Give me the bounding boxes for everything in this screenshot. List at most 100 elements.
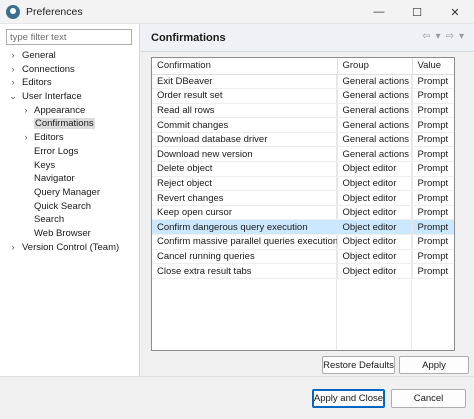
window-title: Preferences — [26, 5, 83, 18]
tree-item-label: Error Logs — [34, 145, 79, 157]
tree-item-label: Web Browser — [34, 227, 91, 239]
chevron-right-icon[interactable]: › — [8, 63, 18, 77]
cell-value[interactable]: Prompt — [412, 117, 454, 133]
cell-confirmation: Revert changes — [152, 190, 338, 206]
chevron-down-icon[interactable]: ⌄ — [8, 90, 18, 104]
cell-confirmation: Exit DBeaver — [152, 74, 338, 90]
apply-button[interactable]: Apply — [399, 356, 469, 374]
cell-value[interactable]: Prompt — [412, 74, 454, 90]
page-header: Confirmations ⇦ ▾ ⇨ ▾ — [141, 24, 474, 52]
forward-menu-chevron-icon[interactable]: ▾ — [459, 31, 464, 42]
cell-value[interactable]: Prompt — [412, 88, 454, 104]
cell-group: General actions — [337, 103, 413, 119]
cell-value[interactable]: Prompt — [412, 161, 454, 177]
table-row[interactable]: Keep open cursor Object editor Prompt — [152, 205, 454, 221]
table-row[interactable]: Reject object Object editor Prompt — [152, 176, 454, 192]
cell-value[interactable]: Prompt — [412, 103, 454, 119]
cancel-button[interactable]: Cancel — [391, 389, 466, 408]
tree-item[interactable]: Navigator — [0, 172, 140, 186]
back-arrow-icon[interactable]: ⇦ — [422, 31, 430, 42]
cell-group: Object editor — [337, 234, 413, 250]
tree-item-label: Version Control (Team) — [22, 241, 120, 253]
tree-item-label: Keys — [34, 159, 56, 171]
maximize-icon[interactable]: ☐ — [398, 0, 436, 24]
table-row[interactable]: Order result set General actions Prompt — [152, 88, 454, 104]
table-row[interactable]: Confirm massive parallel queries executi… — [152, 234, 454, 250]
tree-item[interactable]: Search — [0, 213, 140, 227]
cell-confirmation: Cancel running queries — [152, 249, 338, 265]
cell-value[interactable]: Prompt — [412, 190, 454, 206]
chevron-right-icon[interactable]: › — [21, 131, 31, 145]
table-row[interactable]: Download database driver General actions P… — [152, 132, 454, 148]
tree-item[interactable]: Error Logs — [0, 145, 140, 159]
tree-item[interactable]: Confirmations — [0, 117, 140, 131]
cell-group: General actions — [337, 132, 413, 148]
tree-item[interactable]: › Editors — [0, 76, 140, 90]
tree-item[interactable]: Quick Search — [0, 200, 140, 214]
cell-confirmation: Reject object — [152, 176, 338, 192]
tree-item-label: Appearance — [34, 104, 86, 116]
tree-item[interactable]: Keys — [0, 159, 140, 173]
cell-group: Object editor — [337, 219, 413, 236]
table-row[interactable]: Revert changes Object editor Prompt — [152, 190, 454, 206]
minimize-icon[interactable]: — — [360, 0, 398, 24]
restore-defaults-button[interactable]: Restore Defaults — [322, 356, 395, 374]
cell-group: Object editor — [337, 249, 413, 265]
chevron-right-icon[interactable]: › — [21, 104, 31, 118]
chevron-right-icon[interactable]: › — [8, 241, 18, 255]
cell-confirmation: Delete object — [152, 161, 338, 177]
table-row[interactable]: Exit DBeaver General actions Prompt — [152, 74, 454, 90]
filter-input[interactable] — [6, 29, 132, 45]
tree-item[interactable]: › General — [0, 49, 140, 63]
tree-item[interactable]: › Connections — [0, 63, 140, 77]
cell-value[interactable]: Prompt — [412, 219, 454, 236]
page-title: Confirmations — [151, 31, 226, 44]
chevron-right-icon[interactable]: › — [8, 76, 18, 90]
tree-item[interactable]: › Editors — [0, 131, 140, 145]
table-row[interactable]: Close extra result tabs Object editor Prom… — [152, 263, 454, 279]
tree-item[interactable]: ⌄ User Interface — [0, 90, 140, 104]
tree-item-label: Connections — [22, 63, 75, 75]
column-header-confirmation[interactable]: Confirmation — [152, 58, 338, 75]
cell-group: General actions — [337, 88, 413, 104]
tree-item-label: Editors — [22, 77, 52, 89]
table-row[interactable]: Commit changes General actions Prompt — [152, 117, 454, 133]
cell-value[interactable]: Prompt — [412, 146, 454, 163]
tree-item[interactable]: › Version Control (Team) — [0, 241, 140, 255]
cell-confirmation: Confirm dangerous query execution — [152, 219, 338, 236]
forward-arrow-icon[interactable]: ⇨ — [446, 31, 454, 42]
column-header-group[interactable]: Group — [337, 58, 413, 75]
confirmations-table: Confirmation Group Value Exit DBeaver Gen… — [151, 57, 455, 351]
cell-value[interactable]: Prompt — [412, 263, 454, 279]
cell-value[interactable]: Prompt — [412, 176, 454, 192]
tree-item[interactable]: Web Browser — [0, 227, 140, 241]
cell-value[interactable]: Prompt — [412, 205, 454, 221]
cell-confirmation: Confirm massive parallel queries executi… — [152, 234, 338, 250]
chevron-right-icon[interactable]: › — [8, 49, 18, 63]
tree-item[interactable]: › Appearance — [0, 104, 140, 118]
cell-group: Object editor — [337, 190, 413, 206]
table-row[interactable]: Read all rows General actions Prompt — [152, 103, 454, 119]
cell-confirmation: Read all rows — [152, 103, 338, 119]
back-menu-chevron-icon[interactable]: ▾ — [436, 31, 441, 42]
tree-item[interactable]: Query Manager — [0, 186, 140, 200]
history-navigation: ⇦ ▾ ⇨ ▾ — [422, 31, 464, 42]
close-icon[interactable]: ✕ — [436, 0, 474, 24]
cell-value[interactable]: Prompt — [412, 234, 454, 250]
cell-confirmation: Close extra result tabs — [152, 263, 338, 279]
table-row[interactable]: Delete object Object editor Prompt — [152, 161, 454, 177]
tree-item-label: General — [22, 50, 56, 61]
table-row[interactable]: Cancel running queries Object editor Promp… — [152, 249, 454, 265]
cell-confirmation: Keep open cursor — [152, 205, 338, 221]
apply-and-close-button[interactable]: Apply and Close — [312, 389, 385, 408]
preferences-tree: › General › Connections › Editors ⌄ User Interf… — [0, 49, 140, 254]
column-header-value[interactable]: Value — [412, 58, 454, 75]
preferences-navigation-panel: ›General›Connections›Editors⌄User Interf… — [0, 24, 140, 376]
cell-value[interactable]: Prompt — [412, 132, 454, 148]
cell-confirmation: Download new version — [152, 146, 338, 163]
cell-group: Object editor — [337, 205, 413, 221]
table-row[interactable]: Download new version General actions Promp… — [152, 146, 454, 163]
cell-value[interactable]: Prompt — [412, 249, 454, 265]
cell-group: Object editor — [337, 263, 413, 279]
table-row[interactable]: Confirm dangerous query execution Object … — [152, 219, 454, 236]
